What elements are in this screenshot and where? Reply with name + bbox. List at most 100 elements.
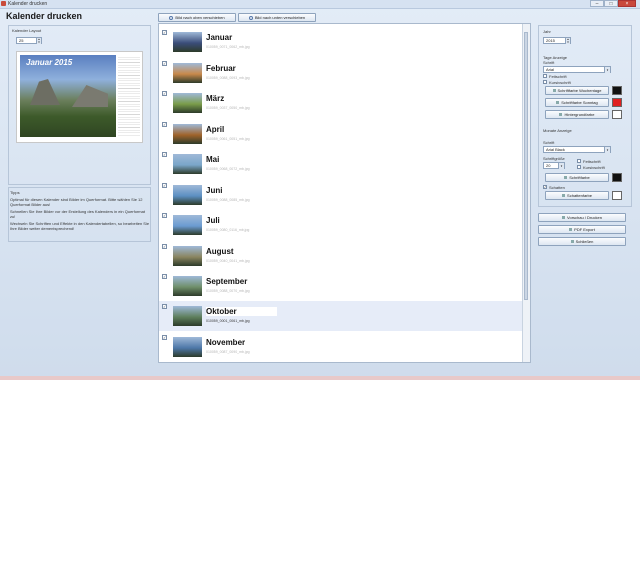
month-name: April <box>206 125 225 134</box>
month-thumbnail <box>173 215 202 235</box>
preview-date-column <box>118 55 140 137</box>
farbe-sonntag-button[interactable]: Schriftfarbe Sonntag <box>545 98 609 107</box>
schattenfarbe-button[interactable]: Schattenfarbe <box>545 191 609 200</box>
month-checkbox[interactable]: ✓ <box>162 61 167 66</box>
scrollbar-thumb[interactable] <box>524 32 528 300</box>
hintergrund-button[interactable]: Hintergrundfarbe <box>545 110 609 119</box>
preview-rock-right <box>72 85 108 107</box>
month-thumbnail <box>173 306 202 326</box>
tipps-text-1: Optimal für diesen Kalender sind Bilder … <box>10 197 143 207</box>
hintergrund-color-swatch[interactable] <box>612 110 622 119</box>
arrow-up-icon <box>169 15 174 20</box>
month-thumbnail <box>173 93 202 113</box>
m-fett-checkbox[interactable] <box>577 159 581 163</box>
m-fett-label: Fettschrift <box>583 159 601 164</box>
month-name: Oktober <box>206 307 277 316</box>
month-filename: 010059_0088_0093_mb.jpg <box>206 76 250 80</box>
farbe-woche-button[interactable]: Schriftfarbe Wochentage <box>545 86 609 95</box>
schliessen-label: Schließen <box>575 239 594 244</box>
month-name: Februar <box>206 64 236 73</box>
printer-icon <box>562 216 566 219</box>
preview-title: Januar 2015 <box>26 58 73 67</box>
pdf-export-button[interactable]: PDF Export <box>538 225 626 234</box>
list-item[interactable]: ✓ März 010059_0037_0050_mb.jpg <box>159 88 524 118</box>
pdf-icon <box>569 228 573 231</box>
kursiv-checkbox[interactable] <box>543 80 547 84</box>
fett-checkbox[interactable] <box>543 74 547 78</box>
list-item[interactable]: ✓ November 010059_0087_0090_mb.jpg <box>159 332 524 362</box>
list-item[interactable]: ✓ Januar 010059_0071_0062_mb.jpg <box>159 27 524 57</box>
month-list[interactable]: ✓ November 010059_0087_0090_mb.jpg ✓ Oktober… <box>158 23 531 363</box>
layout-spinner[interactable]: 25 ▴ ▾ <box>16 37 42 44</box>
jahr-spin-arrows-icon[interactable]: ▴ ▾ <box>565 38 570 44</box>
list-item[interactable]: ✓ April 010059_0061_0051_mb.jpg <box>159 119 524 149</box>
m-farbe-button[interactable]: Schriftfarbe <box>545 173 609 182</box>
list-scrollbar[interactable] <box>522 24 530 362</box>
exit-icon <box>570 240 574 243</box>
move-up-button[interactable]: Bild nach oben verschieben <box>158 13 236 22</box>
list-item[interactable]: ✓ Juli 010059_0080_0116_mb.jpg <box>159 210 524 240</box>
minimize-button[interactable]: – <box>590 0 604 7</box>
woche-color-swatch[interactable] <box>612 86 622 95</box>
m-kursiv-checkbox[interactable] <box>577 165 581 169</box>
list-item[interactable]: ✓ August 010059_0040_0041_mb.jpg <box>159 241 524 271</box>
month-name: November <box>206 338 246 347</box>
spin-arrows-icon[interactable]: ▴ ▾ <box>36 38 41 44</box>
move-down-label: Bild nach unten verschieben <box>254 15 306 20</box>
month-checkbox[interactable]: ✓ <box>162 183 167 188</box>
list-item[interactable]: ✓ September 010059_0088_0070_mb.jpg <box>159 271 524 301</box>
m-color-swatch[interactable] <box>612 173 622 182</box>
month-checkbox[interactable]: ✓ <box>162 152 167 157</box>
month-checkbox[interactable]: ✓ <box>162 213 167 218</box>
calendar-preview: Januar 2015 <box>16 51 143 143</box>
month-name: März <box>206 94 225 103</box>
jahr-label: Jahr <box>543 29 551 34</box>
month-filename: 010059_0071_0062_mb.jpg <box>206 45 250 49</box>
vorschau-button[interactable]: Vorschau / Drucken <box>538 213 626 222</box>
sonntag-color-swatch[interactable] <box>612 98 622 107</box>
month-checkbox[interactable]: ✓ <box>162 91 167 96</box>
schatten-color-swatch[interactable] <box>612 191 622 200</box>
preview-rock-left <box>30 79 60 105</box>
month-thumbnail <box>173 246 202 266</box>
move-down-button[interactable]: Bild nach unten verschieben <box>238 13 316 22</box>
month-thumbnail <box>173 63 202 83</box>
layout-label: Kalender Layout <box>12 28 42 33</box>
list-item[interactable]: ✓ Juni 010059_0088_0085_mb.jpg <box>159 180 524 210</box>
month-name: Mai <box>206 155 220 164</box>
farbe-sonntag-label: Schriftfarbe Sonntag <box>561 100 598 105</box>
list-item[interactable]: ✓ Februar 010059_0088_0093_mb.jpg <box>159 58 524 88</box>
month-checkbox[interactable]: ✓ <box>162 304 167 309</box>
month-name: September <box>206 277 248 286</box>
groesse-select[interactable]: 20 ▾ <box>543 162 565 169</box>
tage-schrift-label: Schrift <box>543 60 555 65</box>
page-title: Kalender drucken <box>6 11 83 21</box>
schliessen-button[interactable]: Schließen <box>538 237 626 246</box>
month-checkbox[interactable]: ✓ <box>162 274 167 279</box>
bottom-edge <box>0 376 640 380</box>
monate-font-select[interactable]: Arial Black ▾ <box>543 146 611 153</box>
palette-icon <box>559 113 563 116</box>
month-checkbox[interactable]: ✓ <box>162 335 167 340</box>
app-icon <box>1 1 6 6</box>
m-farbe-label: Schriftfarbe <box>569 175 590 180</box>
schatten-checkbox[interactable]: ✓ <box>543 185 547 189</box>
list-item[interactable]: ✓ Oktober 010059_0001_0061_mb.jpg <box>159 301 524 331</box>
month-checkbox[interactable]: ✓ <box>162 30 167 35</box>
schattenfarbe-label: Schattenfarbe <box>567 193 592 198</box>
palette-icon <box>564 176 568 179</box>
month-checkbox[interactable]: ✓ <box>162 122 167 127</box>
month-name: August <box>206 247 234 256</box>
layout-value: 25 <box>19 38 24 43</box>
palette-icon <box>552 89 556 92</box>
jahr-spinner[interactable]: 2015 ▴ ▾ <box>543 37 571 44</box>
monate-label: Monate Anzeige <box>543 128 572 133</box>
tage-font-select[interactable]: Arial ▾ <box>543 66 611 73</box>
preview-photo: Januar 2015 <box>20 55 116 137</box>
maximize-button[interactable]: □ <box>604 0 618 7</box>
close-button[interactable]: × <box>618 0 636 7</box>
month-thumbnail <box>173 185 202 205</box>
month-checkbox[interactable]: ✓ <box>162 244 167 249</box>
list-item[interactable]: ✓ Mai 010059_0068_0072_mb.jpg <box>159 149 524 179</box>
window-title: Kalender drucken <box>8 1 48 7</box>
